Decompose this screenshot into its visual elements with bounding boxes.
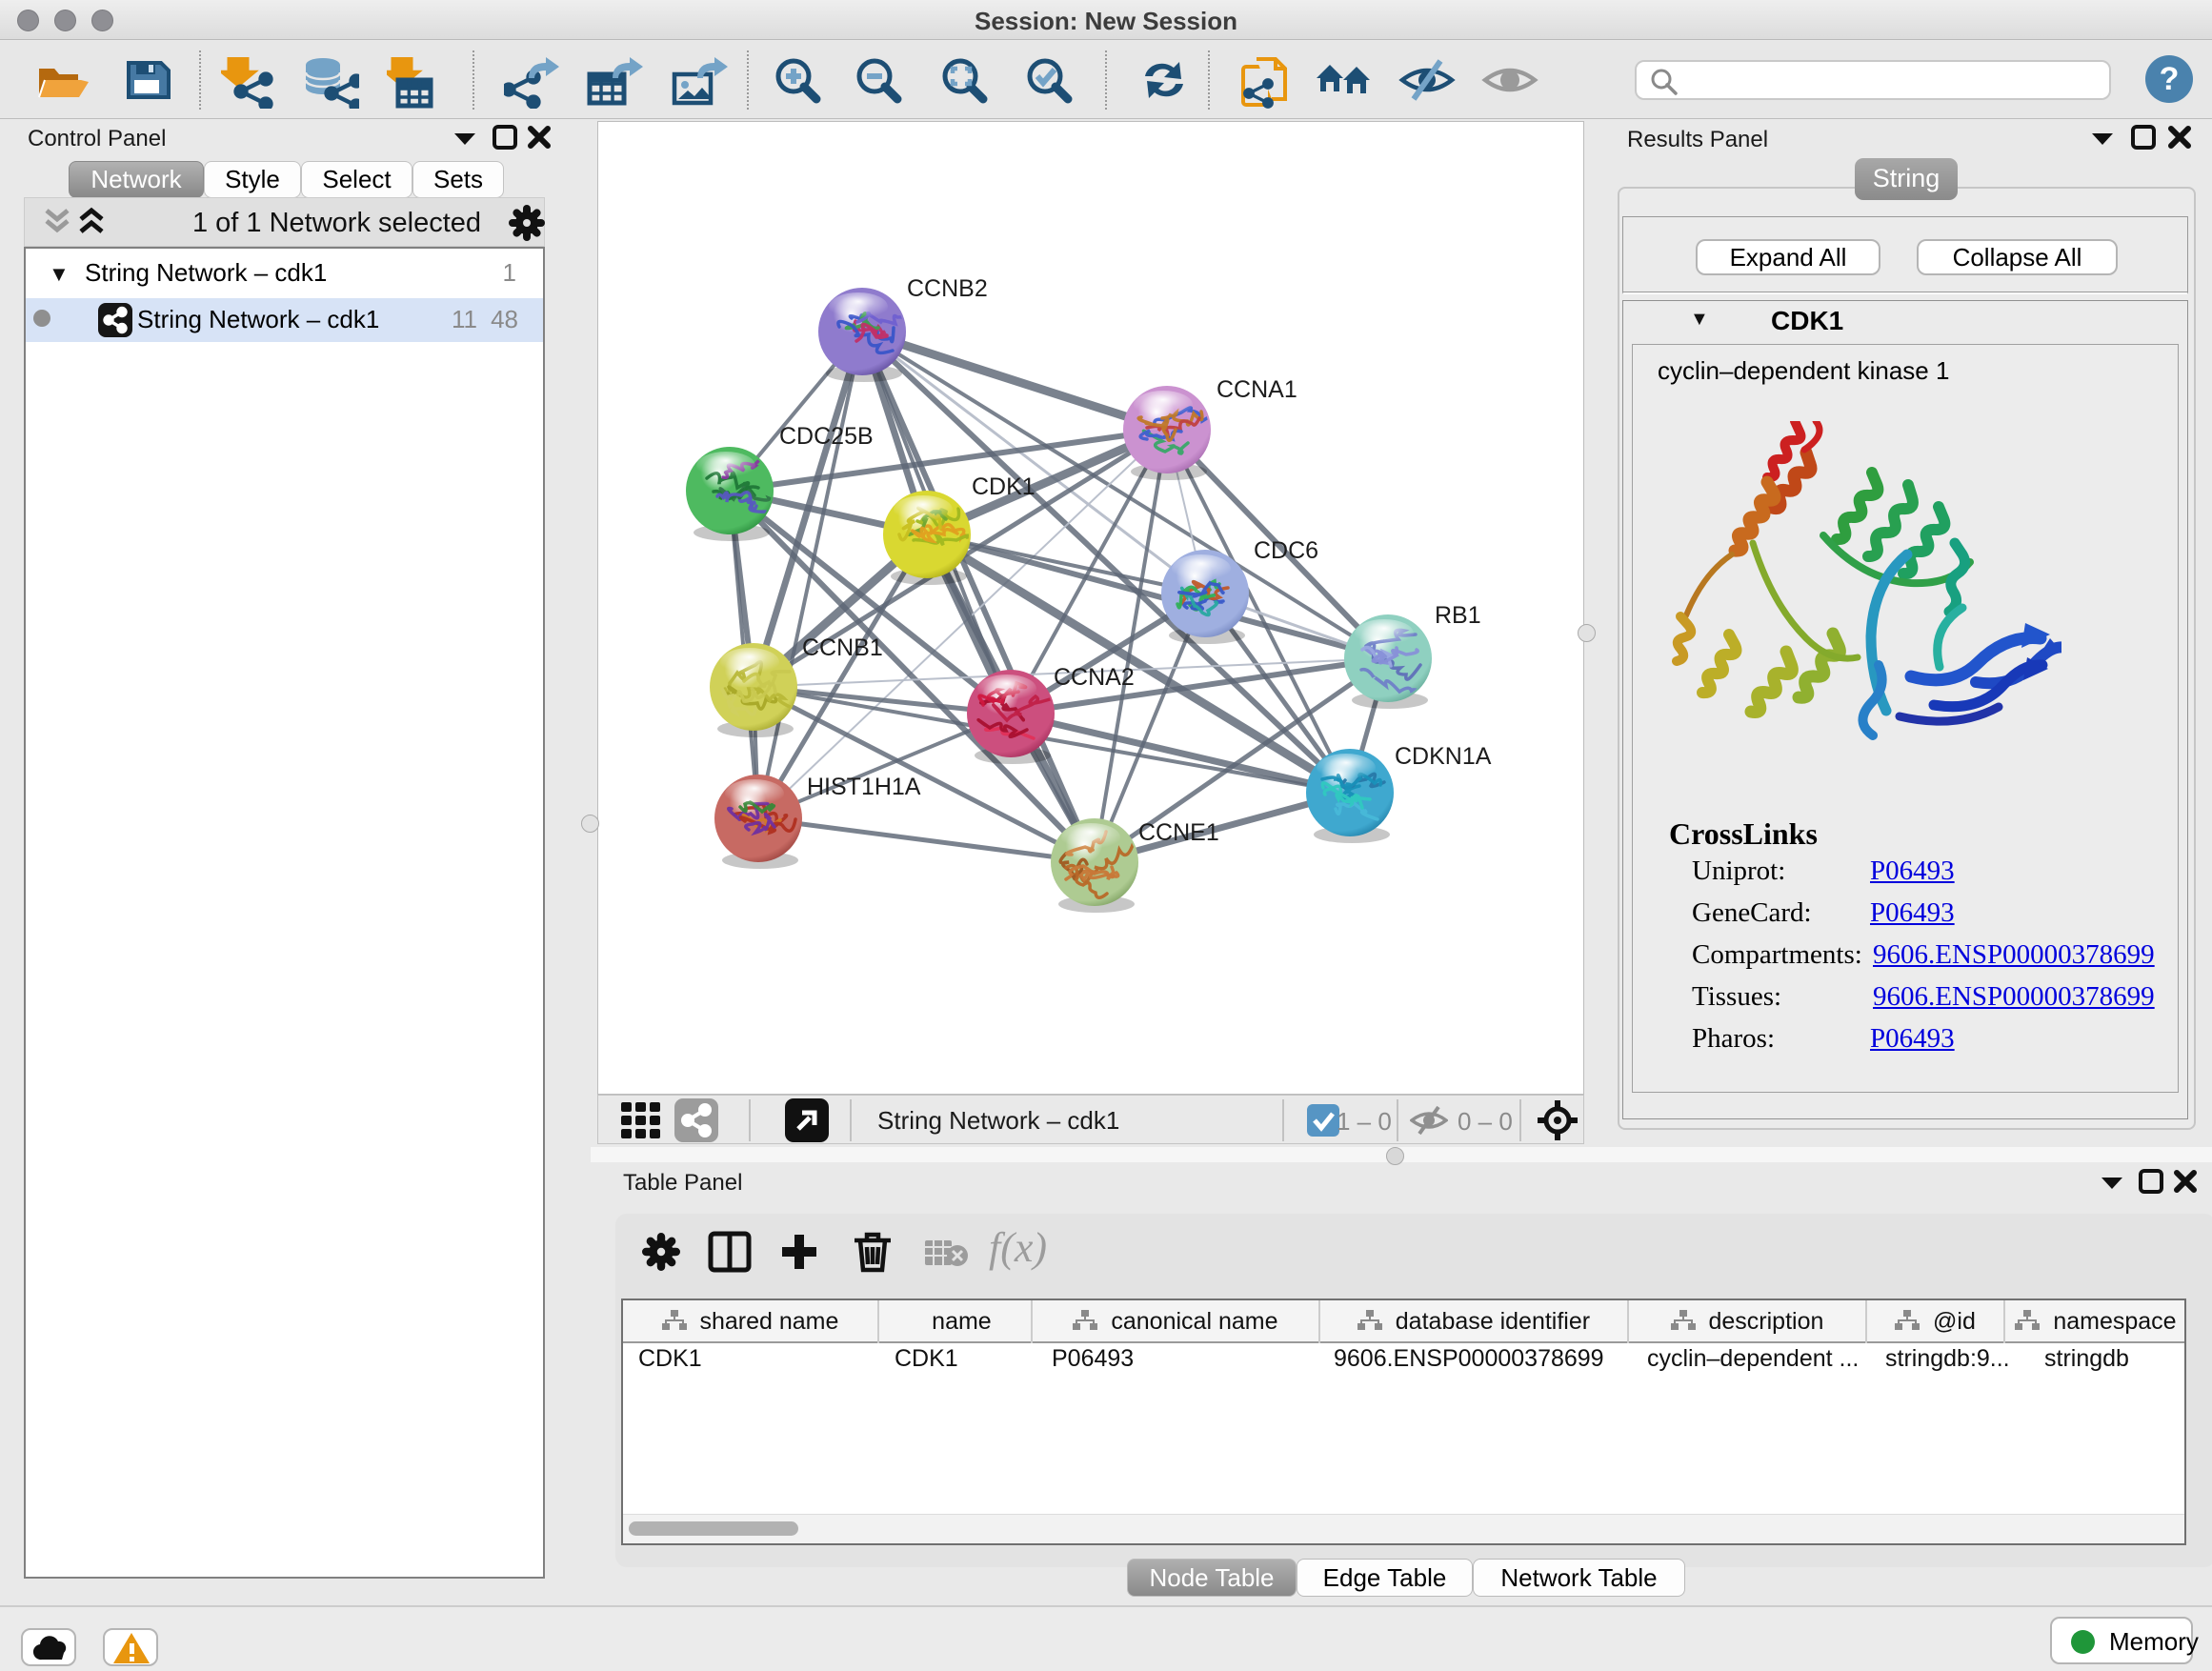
svg-text:CDK1: CDK1 — [972, 473, 1036, 500]
svg-text:CDKN1A: CDKN1A — [1395, 743, 1492, 770]
svg-text:CDC25B: CDC25B — [779, 423, 874, 450]
svg-text:CCNE1: CCNE1 — [1138, 819, 1219, 846]
svg-text:CCNA2: CCNA2 — [1054, 664, 1135, 691]
svg-text:HIST1H1A: HIST1H1A — [807, 774, 921, 800]
svg-text:CDC6: CDC6 — [1254, 537, 1318, 564]
svg-text:CCNB2: CCNB2 — [907, 275, 988, 302]
svg-text:RB1: RB1 — [1435, 602, 1481, 629]
svg-text:?: ? — [2160, 61, 2180, 97]
svg-text:CCNB1: CCNB1 — [802, 634, 883, 661]
svg-text:CCNA1: CCNA1 — [1217, 376, 1297, 403]
